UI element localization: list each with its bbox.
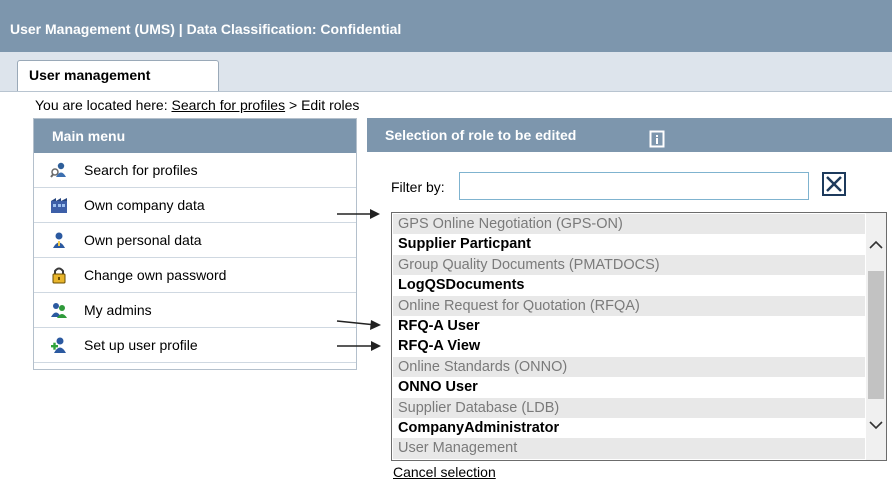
close-x-icon xyxy=(826,176,842,192)
document-icon[interactable] xyxy=(649,126,665,148)
role-group-header: Group Quality Documents (PMATDOCS) xyxy=(393,254,865,276)
role-panel-title: Selection of role to be edited xyxy=(385,127,577,143)
filter-input[interactable] xyxy=(459,172,809,200)
menu-item-search-profiles[interactable]: Search for profiles xyxy=(34,153,356,188)
filter-label: Filter by: xyxy=(391,179,445,195)
role-option[interactable]: LogQSDocuments xyxy=(393,275,865,296)
scrollbar-thumb[interactable] xyxy=(868,271,884,399)
role-group-header: Supplier Database (LDB) xyxy=(393,397,865,418)
menu-item-own-company-data[interactable]: Own company data xyxy=(34,188,356,223)
role-panel-header: Selection of role to be edited xyxy=(367,118,892,152)
menu-item-own-personal-data[interactable]: Own personal data xyxy=(34,223,356,258)
cancel-selection-link[interactable]: Cancel selection xyxy=(393,464,496,480)
menu-item-label: Set up user profile xyxy=(84,337,198,353)
role-option[interactable]: Supplier Particpant xyxy=(393,234,865,255)
menu-item-label: Own personal data xyxy=(84,232,202,248)
company-icon xyxy=(50,196,68,214)
main-menu: Main menu Search for profiles Own compan… xyxy=(33,118,357,370)
clear-filter-button[interactable] xyxy=(822,172,846,196)
tab-user-management[interactable]: User management xyxy=(17,60,219,91)
title-bar: User Management (UMS) | Data Classificat… xyxy=(0,0,892,52)
role-option[interactable]: RFQ-A View xyxy=(393,336,865,357)
breadcrumb: You are located here: Search for profile… xyxy=(35,97,359,113)
tab-strip: User management xyxy=(0,52,892,92)
menu-item-set-up-user-profile[interactable]: Set up user profile xyxy=(34,328,356,363)
breadcrumb-separator: > xyxy=(288,97,298,113)
menu-item-label: My admins xyxy=(84,302,152,318)
breadcrumb-current: Edit roles xyxy=(301,97,360,113)
tab-label: User management xyxy=(29,67,151,83)
role-listbox[interactable]: GPS Online Negotiation (GPS-ON) Supplier … xyxy=(391,212,887,461)
menu-item-my-admins[interactable]: My admins xyxy=(34,293,356,328)
menu-item-change-password[interactable]: Change own password xyxy=(34,258,356,293)
role-group-header: Online Standards (ONNO) xyxy=(393,356,865,378)
role-option[interactable]: RFQ-A User xyxy=(393,315,865,337)
padlock-icon xyxy=(50,266,68,284)
add-user-icon xyxy=(50,336,68,354)
menu-item-label: Change own password xyxy=(84,267,227,283)
breadcrumb-prefix: You are located here: xyxy=(35,97,168,113)
scroll-down-button[interactable] xyxy=(868,417,884,433)
role-option[interactable]: CompanyAdministrator xyxy=(393,417,865,439)
scroll-up-button[interactable] xyxy=(868,237,884,253)
role-group-header: User Management xyxy=(393,438,865,459)
chevron-up-icon xyxy=(869,240,883,249)
breadcrumb-link-search-profiles[interactable]: Search for profiles xyxy=(171,97,285,113)
role-group-header: Online Request for Quotation (RFQA) xyxy=(393,295,865,316)
menu-item-label: Search for profiles xyxy=(84,162,198,178)
chevron-down-icon xyxy=(869,421,883,430)
role-list-rows: GPS Online Negotiation (GPS-ON) Supplier … xyxy=(393,214,865,459)
menu-item-label: Own company data xyxy=(84,197,205,213)
search-person-icon xyxy=(50,161,68,179)
person-icon xyxy=(50,231,68,249)
listbox-scrollbar[interactable] xyxy=(866,213,886,460)
role-option[interactable]: ONNO User xyxy=(393,377,865,398)
admins-icon xyxy=(50,301,68,319)
role-group-header: GPS Online Negotiation (GPS-ON) xyxy=(393,214,865,235)
app-title: User Management (UMS) | Data Classificat… xyxy=(10,21,402,37)
main-menu-header: Main menu xyxy=(34,119,356,153)
